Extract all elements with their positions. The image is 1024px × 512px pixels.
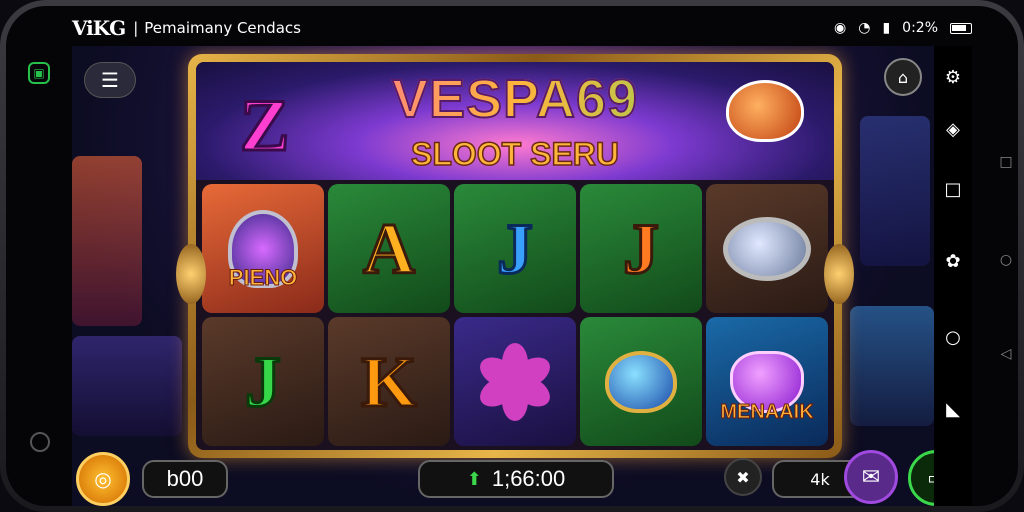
fruit-icon xyxy=(726,80,804,142)
bottom-bar: ◎ b00 ⬆ 1;66:00 ✖ 4k ✉ ▭ xyxy=(72,446,934,506)
reel-cell xyxy=(580,317,702,446)
letter-symbol: K xyxy=(359,341,418,422)
right-toolbar: ⚙ ◈ □ ✿ ○ ◣ xyxy=(934,46,972,506)
symbol-label: MENAAIK xyxy=(720,401,814,424)
flag-icon[interactable]: ◣ xyxy=(942,398,964,420)
recents-icon[interactable]: □ xyxy=(998,154,1014,170)
coin-button[interactable]: ◎ xyxy=(76,452,130,506)
arrow-up-icon: ⬆ xyxy=(466,468,482,489)
bg-machine-right xyxy=(860,116,930,266)
reel-cell: J xyxy=(454,184,576,313)
mail-icon: ✉ xyxy=(861,464,881,490)
home-nav-icon[interactable]: ○ xyxy=(998,252,1014,268)
phone-frame: ViKG | Pemaimany Cendacs ◉ ◔ ▮ 0:2% ▣ ☰ … xyxy=(0,0,1024,512)
wifi-icon: ◔ xyxy=(858,20,871,36)
balance-display: b00 xyxy=(142,460,228,498)
win-amount: 1;66:00 xyxy=(491,466,566,491)
slot-frame: Z VESPA69 SLOOT SERU PIENOAJJJKMENAAIK xyxy=(176,54,854,458)
home-icon: ⌂ xyxy=(897,67,909,87)
close-button[interactable]: ✖ xyxy=(724,458,762,496)
mirror-icon xyxy=(723,216,811,281)
flower-icon xyxy=(474,342,556,421)
win-display: ⬆ 1;66:00 xyxy=(418,460,614,498)
reel-cell: J xyxy=(202,317,324,446)
circle-icon[interactable]: ○ xyxy=(942,326,964,348)
menu-icon: ☰ xyxy=(101,68,119,92)
bg-machine-left xyxy=(72,156,142,326)
left-rail: ▣ xyxy=(6,46,68,506)
app-shortcut-icon[interactable]: ▣ xyxy=(28,62,50,84)
status-divider: | xyxy=(133,19,139,37)
square-icon[interactable]: □ xyxy=(942,178,964,200)
home-button[interactable]: ⌂ xyxy=(884,58,922,96)
coin-icon: ◎ xyxy=(94,467,112,491)
brand-logo: ViKG xyxy=(72,16,126,40)
reel-cell xyxy=(706,184,828,313)
signal-icon: ▮ xyxy=(882,20,891,36)
gem-icon xyxy=(605,350,677,413)
status-icons: ◉ ◔ ▮ 0:2% xyxy=(834,20,972,36)
location-icon: ◉ xyxy=(834,20,847,36)
letter-symbol: J xyxy=(622,208,661,289)
box-button[interactable]: ▭ xyxy=(908,450,934,506)
bg-machine-left-low xyxy=(72,336,182,436)
slot-frame-inner: Z VESPA69 SLOOT SERU PIENOAJJJKMENAAIK xyxy=(196,62,834,450)
camera-cutout xyxy=(30,432,50,452)
mail-button[interactable]: ✉ xyxy=(844,450,898,504)
letter-symbol: J xyxy=(244,341,283,422)
reel-cell: PIENO xyxy=(202,184,324,313)
frame-ornament-left xyxy=(176,244,206,304)
reel-cell: A xyxy=(328,184,450,313)
menu-button[interactable]: ☰ xyxy=(84,62,136,98)
cube-icon[interactable]: ◈ xyxy=(942,118,964,140)
frame-ornament-right xyxy=(824,244,854,304)
close-icon: ✖ xyxy=(736,467,750,487)
clock-text: 0:2% xyxy=(902,20,938,36)
phone-screen: ViKG | Pemaimany Cendacs ◉ ◔ ▮ 0:2% ▣ ☰ … xyxy=(6,6,1018,506)
symbol-label: PIENO xyxy=(228,265,298,291)
letter-symbol: A xyxy=(362,208,417,289)
reel-cell: MENAAIK xyxy=(706,317,828,446)
status-bar: ViKG | Pemaimany Cendacs ◉ ◔ ▮ 0:2% xyxy=(72,12,972,44)
settings-icon[interactable]: ⚙ xyxy=(942,66,964,88)
reel-cell xyxy=(454,317,576,446)
reel-cell: K xyxy=(328,317,450,446)
reel-cell: J xyxy=(580,184,702,313)
bg-machine-right-low xyxy=(850,306,934,426)
reel-grid: PIENO A J J J K MENAAIK xyxy=(196,180,834,450)
letter-symbol: J xyxy=(496,208,535,289)
battery-icon xyxy=(950,22,972,34)
gear-icon[interactable]: ✿ xyxy=(942,250,964,272)
title-banner: Z VESPA69 SLOOT SERU xyxy=(196,62,834,180)
speed-label: 4k xyxy=(810,469,830,489)
game-area: ☰ ⌂ Z VESPA69 SLOOT SERU PIENOAJJJKMENAA… xyxy=(72,46,934,506)
app-title: Pemaimany Cendacs xyxy=(144,19,301,37)
back-icon[interactable]: ◁ xyxy=(998,346,1014,362)
game-subtitle: SLOOT SERU xyxy=(410,135,620,173)
system-nav: □ ○ ◁ xyxy=(992,6,1018,506)
